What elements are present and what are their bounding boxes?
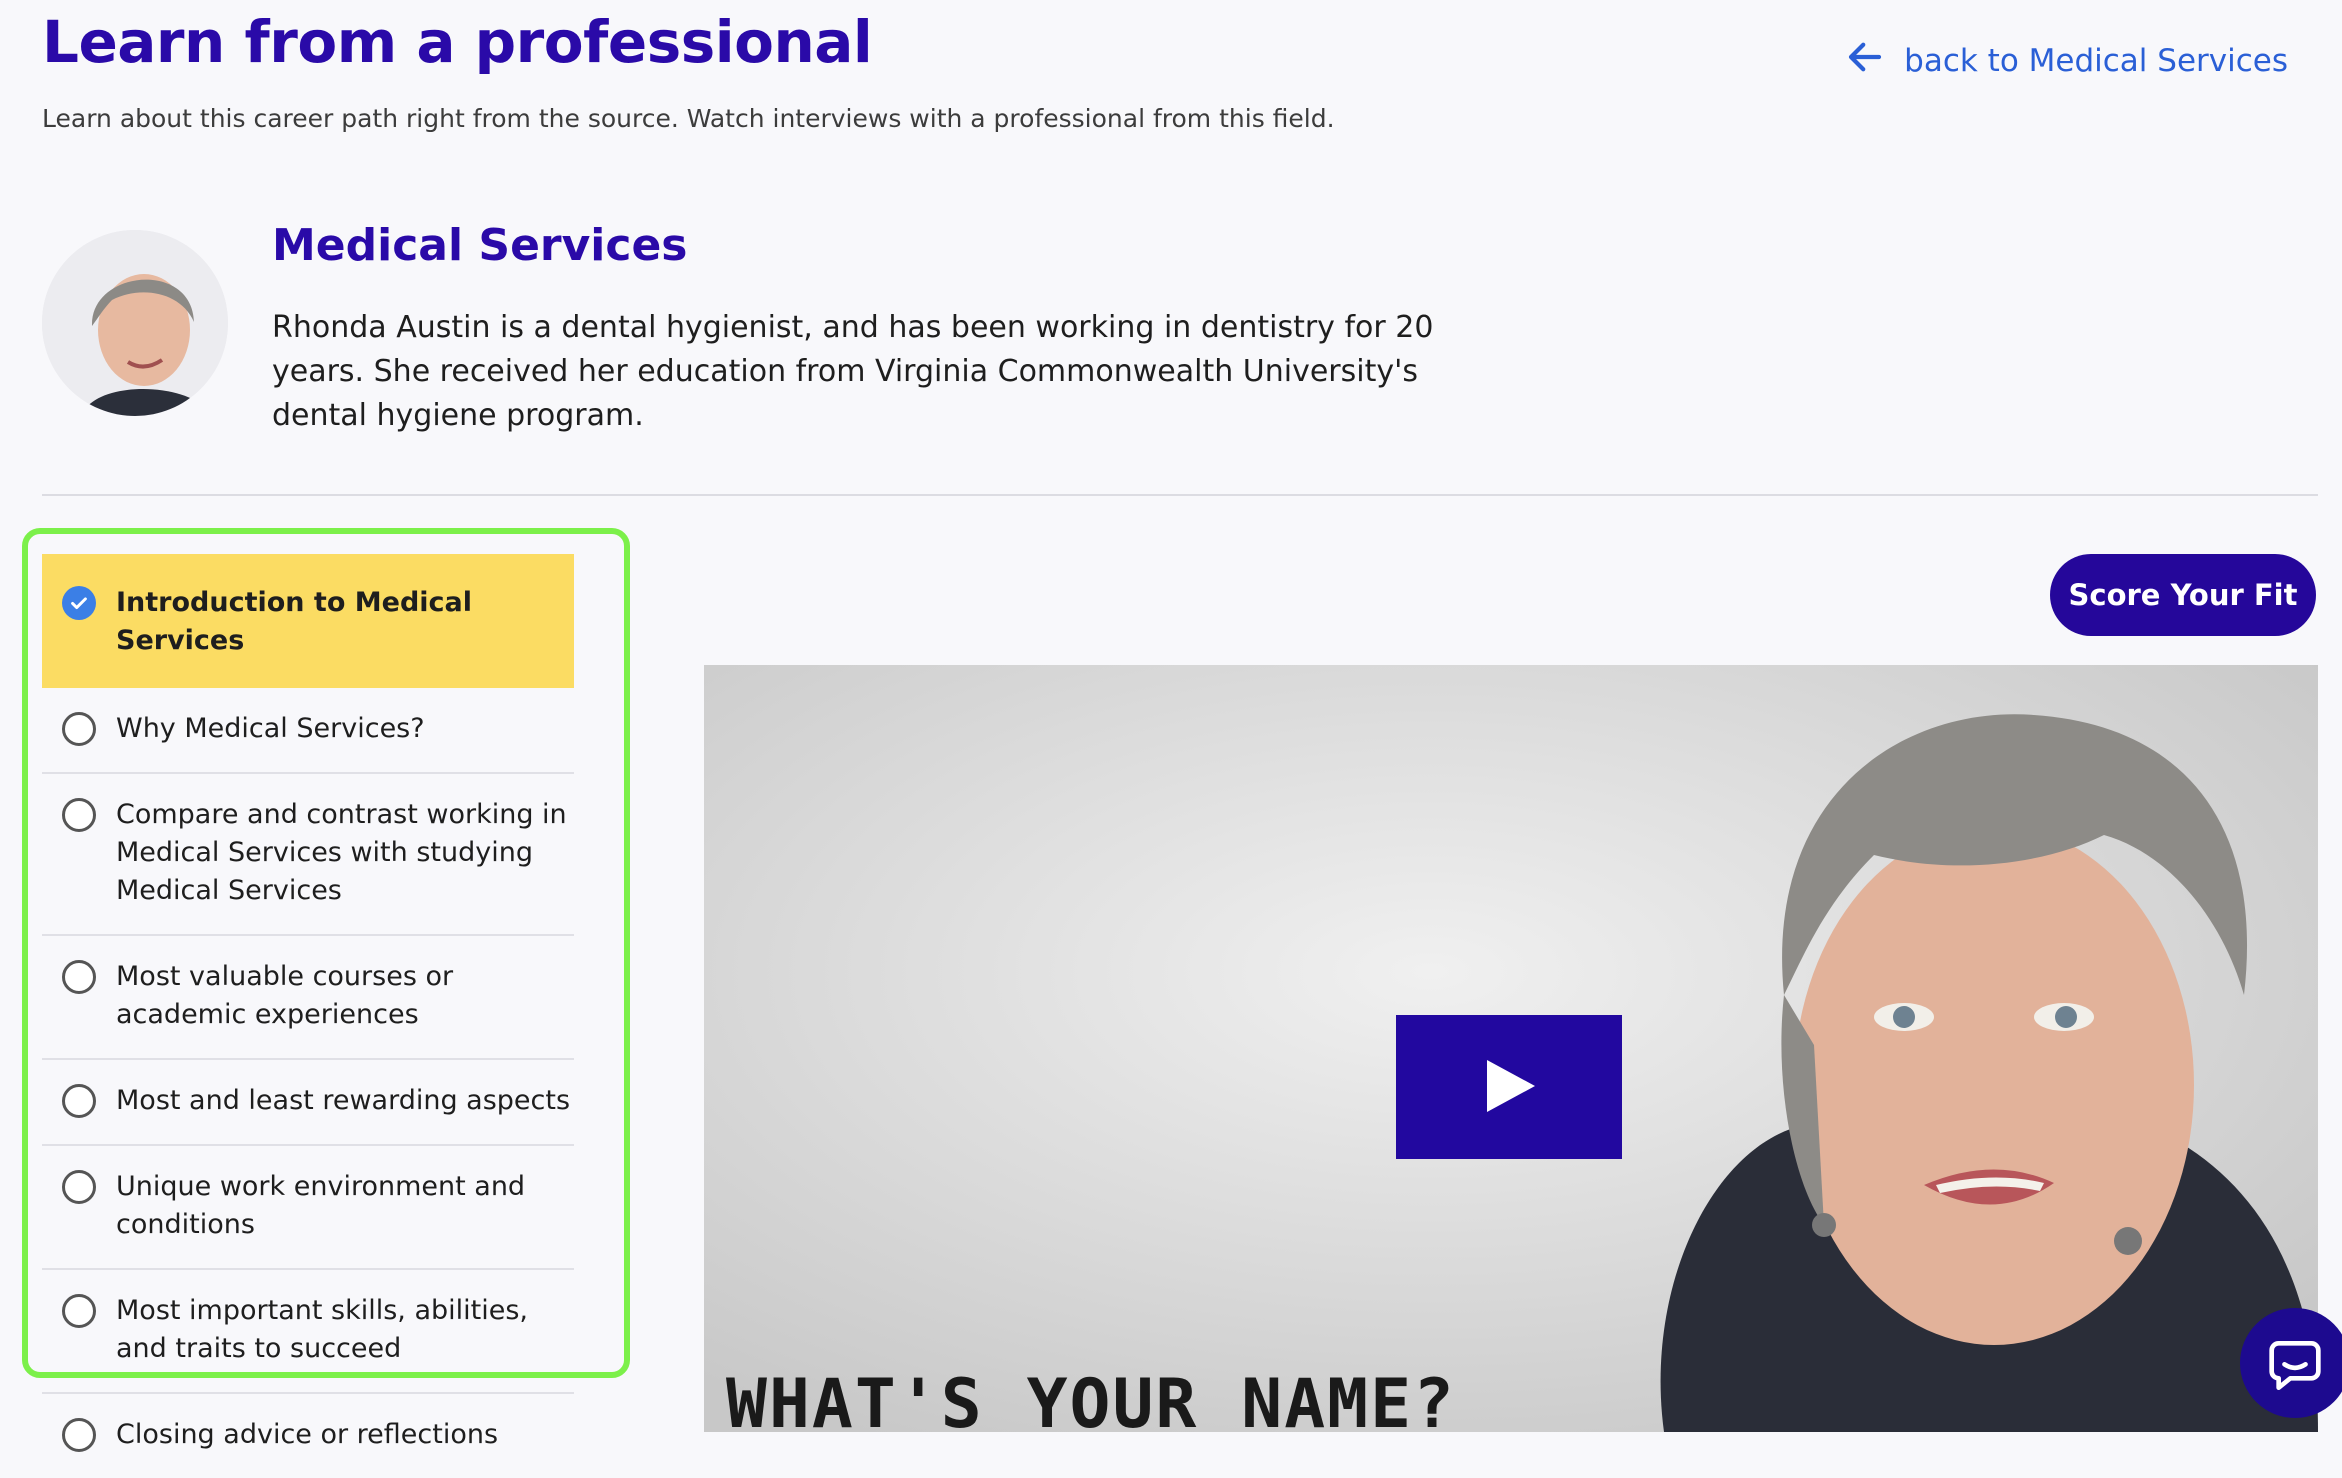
back-link-label: back to Medical Services <box>1904 43 2288 79</box>
arrow-left-icon <box>1844 36 1886 86</box>
chapter-item-closing[interactable]: Closing advice or reflections <box>42 1394 574 1478</box>
chapter-item-rewarding[interactable]: Most and least rewarding aspects <box>42 1060 574 1146</box>
back-to-medical-services-link[interactable]: back to Medical Services <box>1844 36 2288 86</box>
page-subtitle: Learn about this career path right from … <box>42 104 1335 133</box>
chapter-label: Most important skills, abilities, and tr… <box>116 1295 529 1364</box>
chapter-label: Unique work environment and conditions <box>116 1171 526 1240</box>
chapter-item-courses[interactable]: Most valuable courses or academic experi… <box>42 936 574 1060</box>
play-button[interactable] <box>1396 1015 1622 1159</box>
chapter-label: Closing advice or reflections <box>116 1419 499 1450</box>
video-player[interactable]: WHAT'S YOUR NAME? <box>704 665 2318 1432</box>
professional-field-title: Medical Services <box>272 220 688 271</box>
play-icon <box>1479 1054 1539 1121</box>
score-your-fit-button[interactable]: Score Your Fit <box>2050 554 2316 636</box>
check-icon <box>62 586 96 620</box>
section-divider <box>42 494 2318 496</box>
radio-unchecked-icon <box>62 1170 96 1204</box>
chapter-item-skills[interactable]: Most important skills, abilities, and tr… <box>42 1270 574 1394</box>
chapter-item-environment[interactable]: Unique work environment and conditions <box>42 1146 574 1270</box>
radio-unchecked-icon <box>62 798 96 832</box>
chat-icon <box>2267 1334 2323 1393</box>
chapter-label: Introduction to Medical Services <box>116 587 473 656</box>
chapter-label: Most and least rewarding aspects <box>116 1085 571 1116</box>
avatar <box>42 230 228 416</box>
radio-unchecked-icon <box>62 1294 96 1328</box>
video-caption: WHAT'S YOUR NAME? <box>726 1365 1456 1432</box>
radio-unchecked-icon <box>62 1418 96 1452</box>
radio-unchecked-icon <box>62 712 96 746</box>
chapter-label: Compare and contrast working in Medical … <box>116 799 567 906</box>
chapter-item-compare[interactable]: Compare and contrast working in Medical … <box>42 774 574 936</box>
chapter-list: Introduction to Medical Services Why Med… <box>42 554 574 1478</box>
professional-description: Rhonda Austin is a dental hygienist, and… <box>272 310 1434 433</box>
radio-unchecked-icon <box>62 960 96 994</box>
radio-unchecked-icon <box>62 1084 96 1118</box>
page-title: Learn from a professional <box>42 8 873 76</box>
chapter-item-introduction[interactable]: Introduction to Medical Services <box>42 554 574 688</box>
chat-button[interactable] <box>2240 1308 2342 1418</box>
chapter-item-why[interactable]: Why Medical Services? <box>42 688 574 774</box>
chapter-label: Most valuable courses or academic experi… <box>116 961 454 1030</box>
chapter-label: Why Medical Services? <box>116 713 425 744</box>
